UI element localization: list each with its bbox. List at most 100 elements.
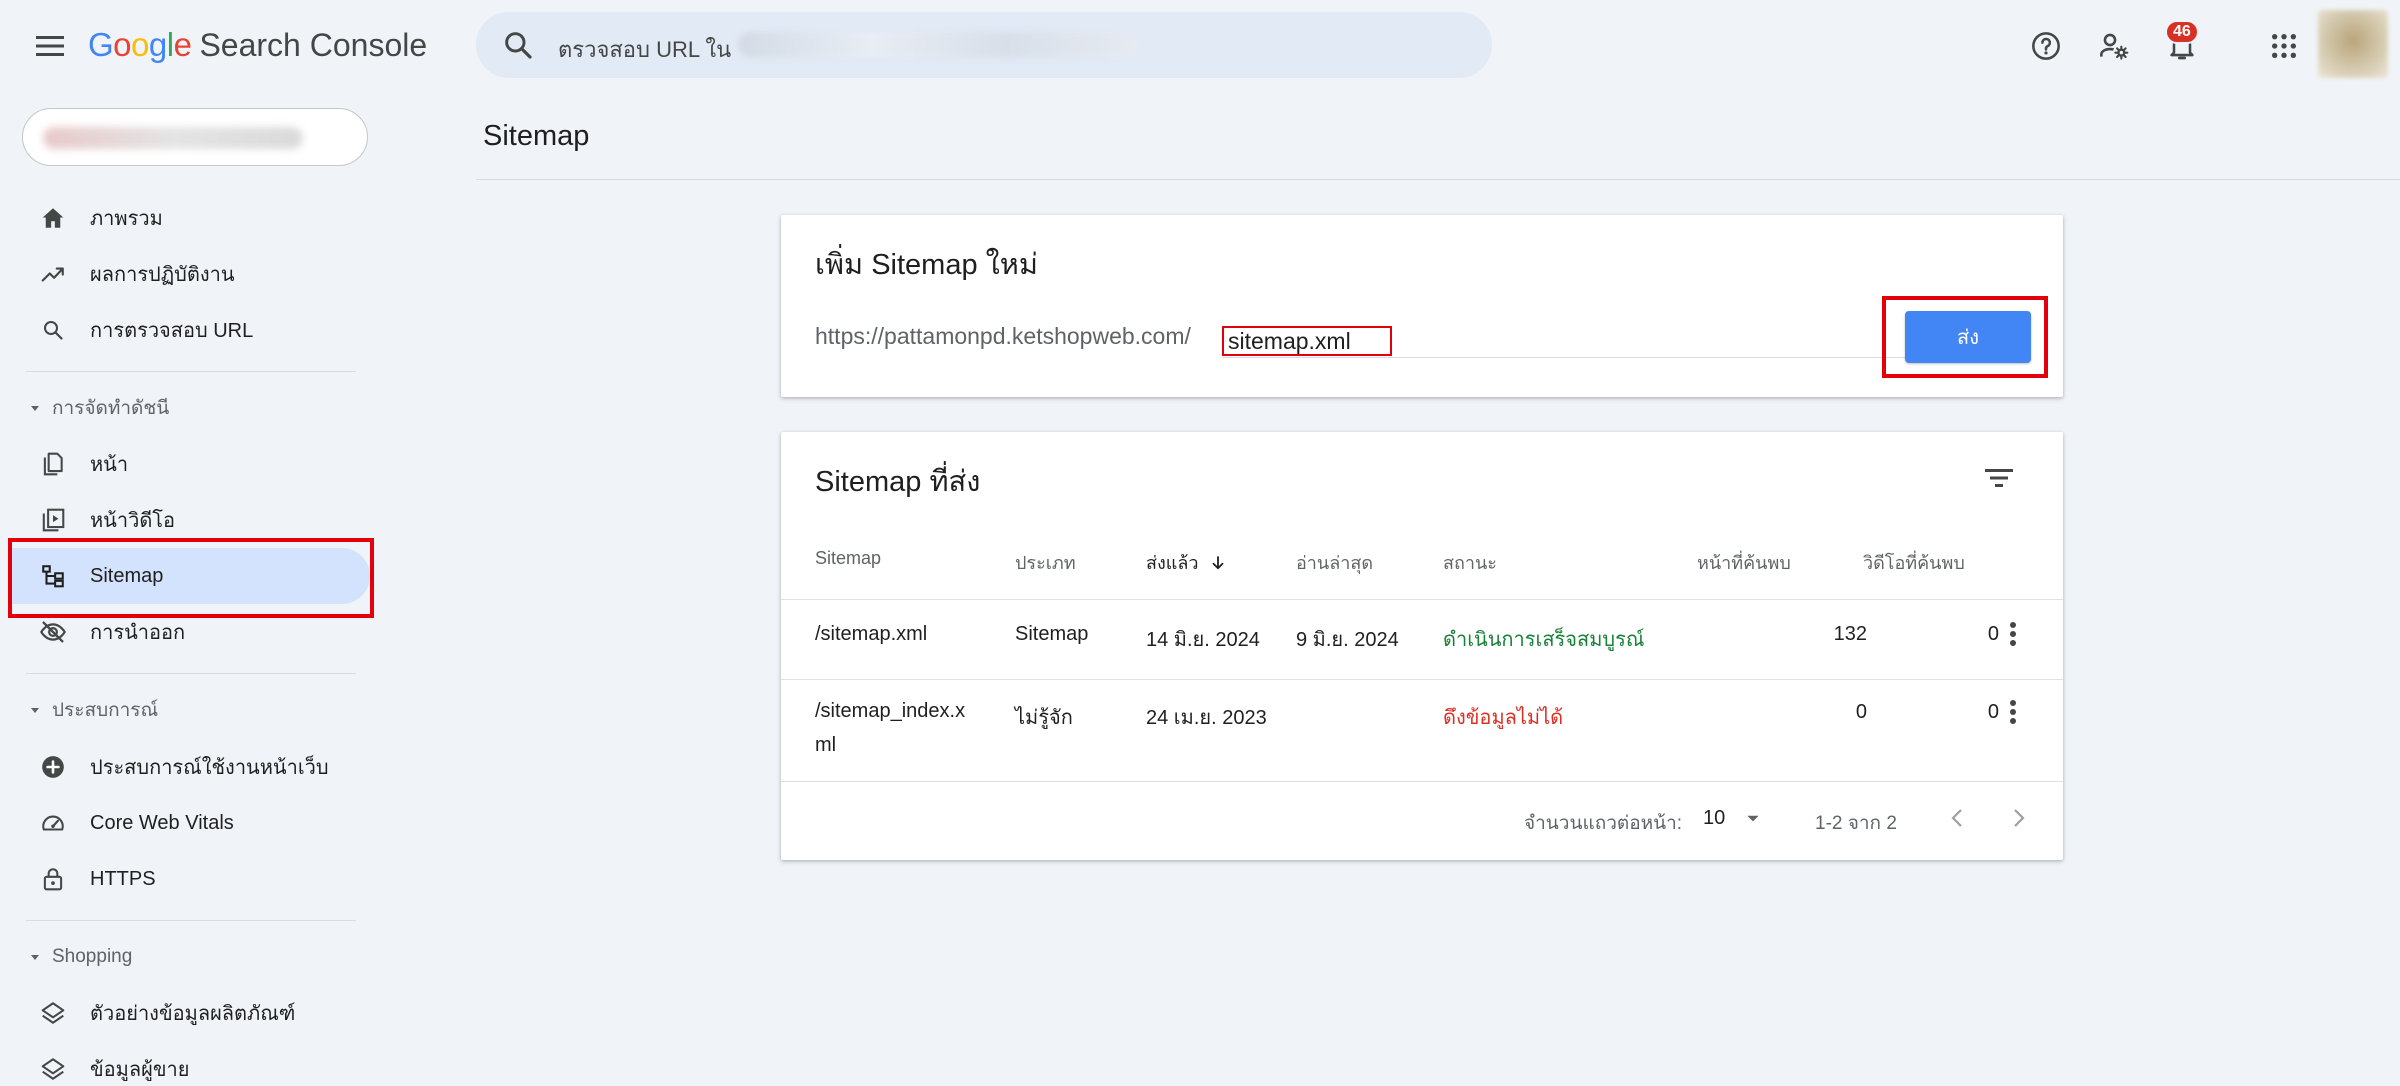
search-icon — [38, 315, 68, 345]
sidebar-divider — [26, 920, 356, 921]
logo-letter: g — [148, 26, 167, 63]
sidebar-item-page-experience[interactable]: ประสบการณ์ใช้งานหน้าเว็บ — [0, 739, 370, 795]
apps-grid-icon — [2271, 33, 2297, 59]
section-label: ประสบการณ์ — [52, 700, 159, 721]
logo-letter: G — [88, 26, 114, 63]
column-header-status[interactable]: สถานะ — [1443, 548, 1497, 577]
speed-gauge-icon — [38, 808, 68, 838]
rows-per-page-select[interactable]: 10 — [1699, 798, 1771, 838]
sidebar-item-pages[interactable]: หน้า — [0, 436, 370, 492]
column-header-type[interactable]: ประเภท — [1015, 548, 1076, 577]
cell-type: ไม่รู้จัก — [1015, 707, 1073, 729]
sidebar-item-label: การตรวจสอบ URL — [90, 320, 254, 342]
cell-discovered-videos: 0 — [1987, 623, 1999, 645]
sidebar-item-url-inspection[interactable]: การตรวจสอบ URL — [0, 302, 370, 358]
search-icon — [505, 32, 532, 59]
sidebar-item-video-pages[interactable]: หน้าวิดีโอ — [0, 492, 370, 548]
sidebar-section-indexing[interactable]: การจัดทำดัชนี — [28, 388, 169, 428]
cell-discovered-videos: 0 — [1987, 701, 1999, 723]
manage-accounts-icon — [2100, 33, 2129, 60]
sidebar-item-removals[interactable]: การนำออก — [0, 604, 370, 660]
row-more-options-button[interactable] — [1995, 690, 2031, 734]
cell-sitemap[interactable]: /sitemap_index.xml — [815, 694, 975, 762]
submitted-sitemaps-title: Sitemap ที่ส่ง — [815, 466, 981, 498]
hamburger-menu-icon — [36, 36, 64, 56]
layers-icon — [38, 1054, 68, 1084]
cell-last-read: 9 มิ.ย. 2024 — [1296, 629, 1399, 651]
cell-type: Sitemap — [1015, 623, 1089, 645]
sidebar-item-label: ตัวอย่างข้อมูลผลิตภัณฑ์ — [90, 1003, 296, 1025]
notification-count-badge: 46 — [2165, 20, 2199, 44]
sidebar-divider — [26, 673, 356, 674]
page-experience-icon — [38, 752, 68, 782]
lock-icon — [38, 864, 68, 894]
column-header-discovered-videos[interactable]: วิดีโอที่ค้นพบ — [1863, 548, 1965, 577]
arrow-down-icon — [1212, 555, 1223, 569]
pages-icon — [38, 449, 68, 479]
cell-status: ดำเนินการเสร็จสมบูรณ์ — [1443, 629, 1645, 651]
next-page-button[interactable] — [1999, 796, 2039, 840]
rows-per-page-label: จำนวนแถวต่อหน้า: — [1524, 813, 1683, 834]
row-more-options-button[interactable] — [1995, 612, 2031, 656]
sidebar-section-experience[interactable]: ประสบการณ์ — [28, 690, 158, 730]
column-header-discovered-pages[interactable]: หน้าที่ค้นพบ — [1697, 548, 1791, 577]
cell-discovered-pages: 132 — [1833, 623, 1867, 645]
sidebar-item-https[interactable]: HTTPS — [0, 851, 370, 907]
section-label: การจัดทำดัชนี — [52, 398, 170, 419]
property-selector[interactable] — [22, 108, 368, 166]
sidebar-item-sitemaps[interactable]: Sitemap — [12, 548, 370, 604]
caret-down-icon — [31, 708, 39, 713]
filter-icon — [1985, 469, 2013, 487]
logo-letter: o — [113, 26, 132, 63]
google-apps-button[interactable] — [2262, 24, 2306, 68]
column-header-last-read[interactable]: อ่านล่าสุด — [1296, 548, 1373, 577]
submit-sitemap-button[interactable]: ส่ง — [1905, 311, 2031, 363]
cell-sitemap[interactable]: /sitemap.xml — [815, 623, 927, 646]
logo-letter: o — [131, 26, 149, 63]
sidebar-item-label: หน้า — [90, 454, 129, 476]
chevron-left-icon — [1951, 809, 1962, 827]
url-inspection-search-bar[interactable]: ตรวจสอบ URL ใน — [476, 12, 1492, 78]
more-vert-icon — [2010, 622, 2016, 646]
submitted-sitemaps-card: Sitemap ที่ส่ง Sitemap ประเภท ส่งแล้ว อ่… — [781, 432, 2063, 860]
sidebar-item-label: หน้าวิดีโอ — [90, 510, 176, 532]
redacted-property-url — [738, 32, 1138, 58]
logo-letter: l — [166, 26, 174, 63]
sidebar-item-core-web-vitals[interactable]: Core Web Vitals — [0, 795, 370, 851]
logo-letter: e — [173, 26, 192, 63]
previous-page-button[interactable] — [1937, 796, 1977, 840]
column-header-submitted[interactable]: ส่งแล้ว — [1146, 548, 1227, 577]
caret-down-icon — [1747, 815, 1759, 822]
cell-discovered-pages: 0 — [1855, 701, 1867, 723]
sidebar-item-label: HTTPS — [90, 867, 156, 890]
title-divider — [476, 179, 2400, 180]
help-icon — [2032, 32, 2060, 60]
help-button[interactable] — [2024, 24, 2068, 68]
caret-down-icon — [31, 955, 39, 960]
sidebar-item-merchant-listings[interactable]: ข้อมูลผู้ขาย — [0, 1041, 370, 1086]
cell-submitted: 24 เม.ย. 2023 — [1146, 707, 1267, 729]
sitemap-icon — [38, 561, 68, 591]
input-underline — [1222, 357, 1992, 358]
caret-down-icon — [31, 406, 39, 411]
product-name: Search Console — [199, 27, 428, 63]
sidebar-item-overview[interactable]: ภาพรวม — [0, 190, 370, 246]
top-app-bar: Google Search Console ตรวจสอบ URL ใน 46 — [0, 0, 2400, 92]
account-avatar[interactable] — [2318, 10, 2388, 78]
google-search-console-logo[interactable]: Google Search Console — [88, 26, 427, 64]
sidebar-item-product-snippets[interactable]: ตัวอย่างข้อมูลผลิตภัณฑ์ — [0, 985, 370, 1041]
sitemap-url-input[interactable] — [1222, 326, 1392, 356]
sidebar-item-performance[interactable]: ผลการปฏิบัติงาน — [0, 246, 370, 302]
section-label: Shopping — [52, 946, 133, 967]
column-header-sitemap[interactable]: Sitemap — [815, 548, 881, 569]
rows-per-page-value: 10 — [1703, 806, 1726, 829]
filter-button[interactable] — [1977, 456, 2021, 500]
table-row-divider — [781, 679, 2063, 680]
page-title: Sitemap — [483, 120, 590, 152]
sidebar-section-shopping[interactable]: Shopping — [28, 937, 132, 977]
account-settings-button[interactable] — [2092, 24, 2136, 68]
google-wordmark: Google — [88, 26, 192, 64]
main-menu-button[interactable] — [28, 24, 72, 68]
redacted-property-name — [43, 127, 303, 149]
sidebar-item-label: การนำออก — [90, 622, 186, 644]
